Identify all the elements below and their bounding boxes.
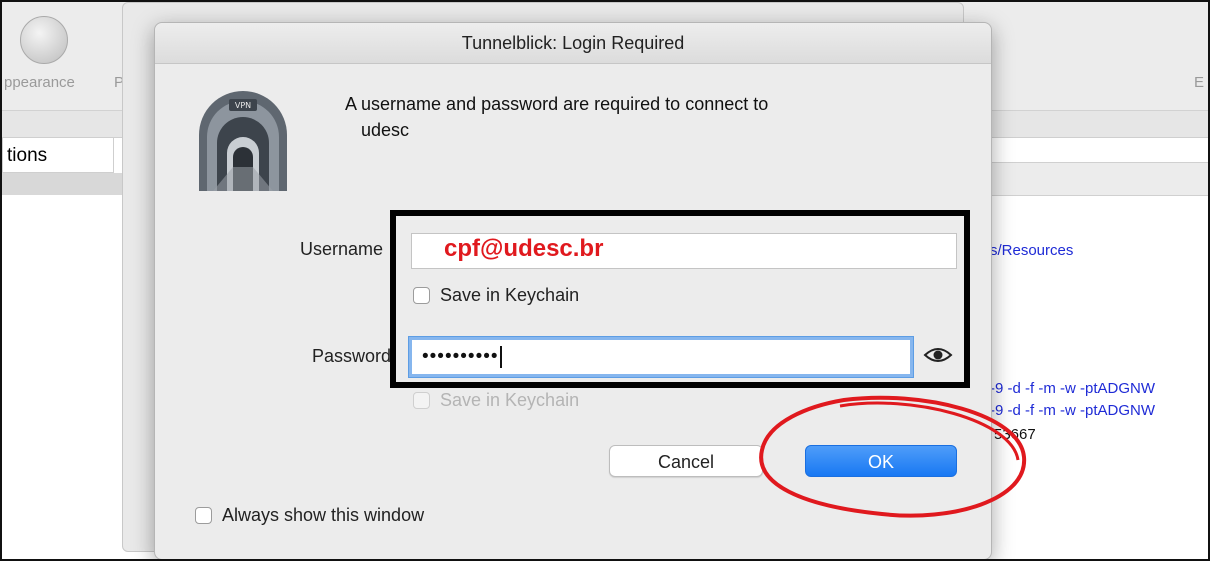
prompt-connection-name: udesc — [361, 120, 410, 140]
log-header — [987, 162, 1208, 196]
cancel-button[interactable]: Cancel — [609, 445, 763, 477]
annotation-highlight-box — [390, 210, 970, 388]
password-save-keychain: Save in Keychain — [413, 390, 579, 411]
always-show-window[interactable]: Always show this window — [195, 505, 424, 526]
resources-path-link[interactable]: s/Resources — [990, 242, 1073, 259]
prompt-line-1: A username and password are required to … — [345, 94, 769, 114]
screenshot-frame: ppearance P E tions s/Resources -9 -d -f… — [0, 0, 1210, 561]
ok-button[interactable]: OK — [805, 445, 957, 477]
log-command-line-1: -9 -d -f -m -w -ptADGNW — [990, 380, 1155, 397]
password-save-checkbox — [413, 392, 430, 409]
always-show-label: Always show this window — [222, 505, 425, 525]
appearance-icon[interactable] — [20, 16, 68, 64]
sidebar-strip — [2, 173, 122, 195]
dialog-prompt: A username and password are required to … — [345, 91, 905, 143]
log-number: 53667 — [994, 426, 1036, 443]
toolbar-label-appearance[interactable]: ppearance — [4, 74, 75, 91]
password-save-label: Save in Keychain — [440, 390, 580, 410]
username-label: Username — [299, 239, 383, 259]
toolbar-label-e[interactable]: E — [1194, 74, 1204, 91]
log-command-line-2: -9 -d -f -m -w -ptADGNW — [990, 402, 1155, 419]
vpn-tunnel-icon: VPN — [199, 91, 287, 191]
password-label: Password — [311, 346, 391, 366]
sidebar-tab-configurations[interactable]: tions — [2, 137, 114, 173]
svg-text:VPN: VPN — [235, 101, 251, 110]
always-show-checkbox[interactable] — [195, 507, 212, 524]
dialog-title: Tunnelblick: Login Required — [155, 23, 991, 64]
